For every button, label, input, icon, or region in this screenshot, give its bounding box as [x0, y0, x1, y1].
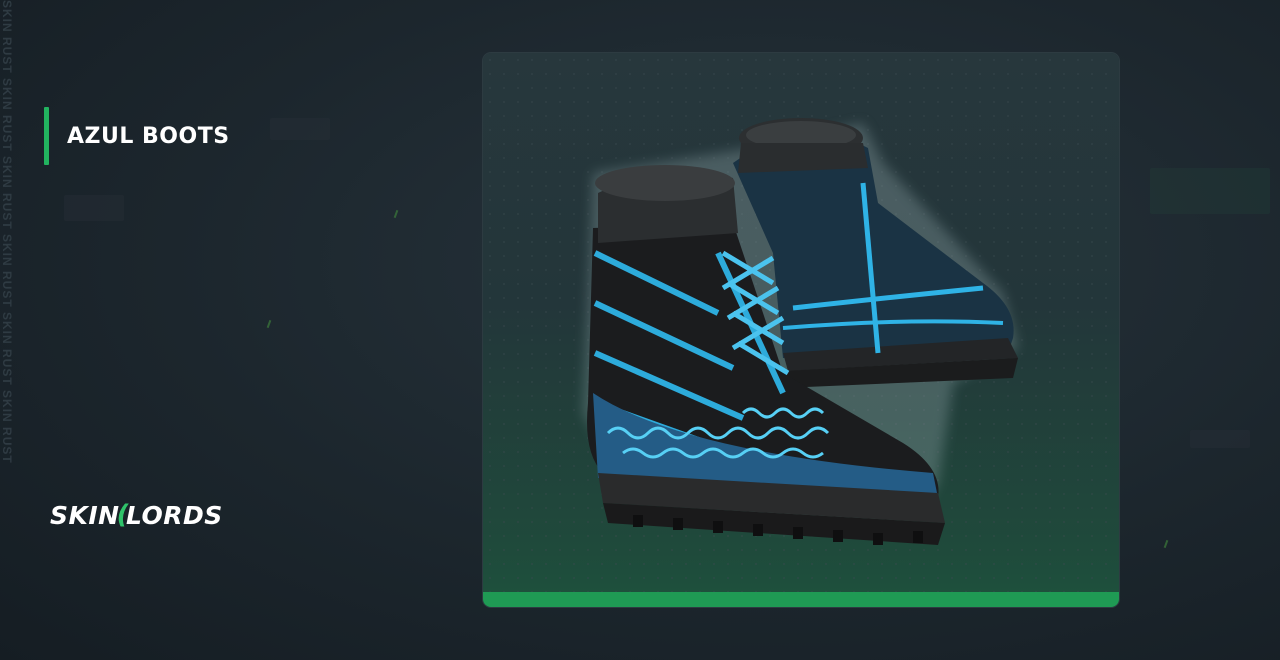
faded-badge-placeholder — [64, 195, 124, 221]
boots-image — [583, 118, 1018, 545]
side-watermark: SKIN RUST SKIN RUST SKIN RUST SKIN RUST … — [0, 0, 14, 464]
logo-text-right: LORDS — [126, 500, 223, 530]
skinlords-logo: SKIN ( LORDS — [50, 500, 223, 530]
title-accent-bar — [44, 107, 49, 165]
item-image-card — [483, 53, 1119, 607]
card-accent-bar — [483, 592, 1119, 607]
speck — [266, 319, 272, 329]
item-title-block: AZUL BOOTS — [44, 107, 230, 165]
faded-text-placeholder — [270, 118, 330, 140]
speck — [1163, 539, 1169, 549]
speck — [393, 209, 399, 219]
item-title: AZUL BOOTS — [67, 123, 230, 149]
faded-background-label — [1190, 430, 1250, 448]
faded-background-panel — [1150, 168, 1270, 214]
logo-text-left: SKIN — [50, 500, 120, 530]
